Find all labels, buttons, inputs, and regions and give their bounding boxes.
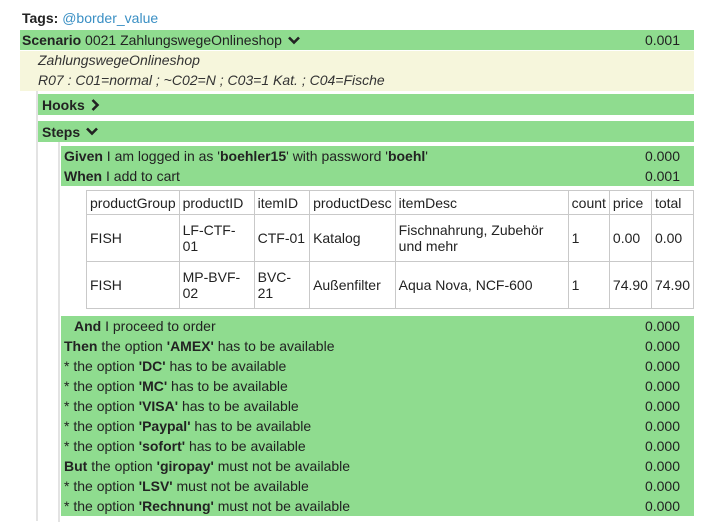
table-header: total: [650, 190, 695, 215]
table-cell: FISH: [86, 261, 180, 309]
step-duration: 0.000: [644, 318, 680, 334]
step-duration: 0.000: [644, 418, 680, 434]
table-cell: Aqua Nova, NCF-600: [394, 261, 569, 309]
step-row: * the option 'VISA' has to be available …: [61, 396, 694, 416]
steps-section[interactable]: Steps: [38, 121, 694, 142]
table-cell: Außenfilter: [309, 261, 396, 309]
step-row: * the option 'LSV' must not be available…: [61, 476, 694, 496]
table-row: FISH MP-BVF-02 BVC-21 Außenfilter Aqua N…: [86, 261, 695, 309]
table-header: itemDesc: [394, 190, 569, 215]
table-cell: 74.90: [608, 261, 652, 309]
table-cell: CTF-01: [253, 214, 311, 262]
chevron-right-icon[interactable]: [91, 98, 100, 111]
table-cell: BVC-21: [253, 261, 311, 309]
table-header: productID: [178, 190, 255, 215]
table-cell: 1: [567, 261, 610, 309]
table-header: price: [608, 190, 652, 215]
tags-label: Tags:: [22, 10, 59, 26]
step-duration: 0.000: [644, 498, 680, 514]
table-header: productGroup: [86, 190, 180, 215]
scenario-keyword: Scenario: [22, 32, 82, 48]
step-row: * the option 'DC' has to be available 0.…: [61, 356, 694, 376]
step-row: Then the option 'AMEX' has to be availab…: [61, 336, 694, 356]
indent-line: [58, 142, 60, 522]
data-table-container: productGroup productID itemID productDes…: [61, 187, 695, 316]
step-row: * the option 'Rechnung' must not be avai…: [61, 496, 694, 516]
hooks-section[interactable]: Hooks: [38, 94, 694, 115]
indent-line: [36, 91, 38, 521]
step-row: * the option 'MC' has to be available 0.…: [61, 376, 694, 396]
table-header: productDesc: [309, 190, 396, 215]
tags-line: Tags: @border_value: [22, 10, 158, 26]
steps-label: Steps: [42, 123, 81, 140]
scenario-description: ZahlungswegeOnlineshop R07 : C01=normal …: [20, 51, 694, 91]
chevron-down-icon[interactable]: [288, 36, 300, 45]
step-row: But the option 'giropay' must not be ava…: [61, 456, 694, 476]
table-cell: Fischnahrung, Zubehör und mehr: [394, 214, 569, 262]
step-duration: 0.000: [644, 478, 680, 494]
table-cell: 74.90: [650, 261, 695, 309]
step-duration: 0.000: [644, 148, 680, 164]
step-duration: 0.001: [644, 168, 680, 184]
table-cell: LF-CTF-01: [178, 214, 255, 262]
step-row: When I add to cart 0.001: [61, 166, 694, 186]
step-row: * the option 'Paypal' has to be availabl…: [61, 416, 694, 436]
step-row: And I proceed to order 0.000: [61, 316, 694, 336]
scenario-header[interactable]: Scenario 0021 ZahlungswegeOnlineshop 0.0…: [20, 30, 694, 50]
scenario-title: 0021 ZahlungswegeOnlineshop: [85, 32, 282, 48]
description-line-2: R07 : C01=normal ; ~C02=N ; C03=1 Kat. ;…: [38, 72, 385, 88]
table-row: FISH LF-CTF-01 CTF-01 Katalog Fischnahru…: [86, 214, 695, 262]
table-cell: MP-BVF-02: [178, 261, 255, 309]
step-duration: 0.000: [644, 438, 680, 454]
table-header: itemID: [253, 190, 311, 215]
table-cell: FISH: [86, 214, 180, 262]
description-line-1: ZahlungswegeOnlineshop: [38, 52, 200, 68]
step-duration: 0.000: [644, 378, 680, 394]
table-cell: 0.00: [608, 214, 652, 262]
table-header: count: [567, 190, 610, 215]
table-header-row: productGroup productID itemID productDes…: [86, 190, 695, 215]
scenario-duration: 0.001: [644, 32, 680, 48]
step-duration: 0.000: [644, 458, 680, 474]
data-table: productGroup productID itemID productDes…: [86, 190, 695, 309]
step-duration: 0.000: [644, 398, 680, 414]
step-row: * the option 'sofort' has to be availabl…: [61, 436, 694, 456]
hooks-label: Hooks: [42, 96, 85, 113]
chevron-down-icon[interactable]: [86, 127, 99, 136]
table-cell: 1: [567, 214, 610, 262]
table-cell: Katalog: [309, 214, 396, 262]
table-cell: 0.00: [650, 214, 695, 262]
step-row: Given I am logged in as 'boehler15' with…: [61, 146, 694, 166]
step-duration: 0.000: [644, 358, 680, 374]
step-duration: 0.000: [644, 338, 680, 354]
tag-link[interactable]: @border_value: [62, 10, 158, 26]
